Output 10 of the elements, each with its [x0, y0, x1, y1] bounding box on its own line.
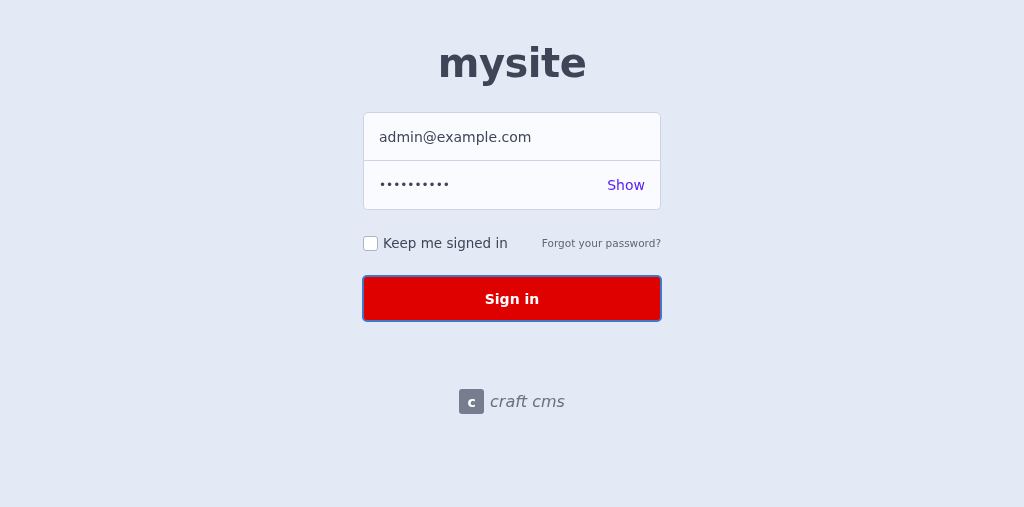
checkbox[interactable] [363, 235, 378, 251]
password-field[interactable]: •••••••••• Show [363, 161, 661, 210]
forgot-password-link[interactable]: Forgot your password? [541, 237, 661, 249]
show-password-button[interactable]: Show [607, 177, 645, 193]
sign-in-button[interactable]: Sign in [362, 275, 662, 322]
site-title: mysite [437, 39, 587, 88]
email-field[interactable]: admin@example.com [363, 112, 661, 161]
logo-badge: c [459, 389, 485, 414]
logo-text: craft cms [490, 392, 565, 411]
checkbox-label: Keep me signed in [383, 235, 508, 251]
